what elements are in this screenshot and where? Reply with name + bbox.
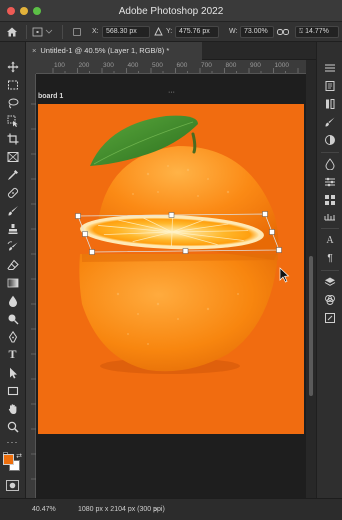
status-menu-arrow[interactable]: > bbox=[153, 505, 158, 514]
ruler-tick-label: 400 bbox=[127, 62, 139, 69]
orange-artwork bbox=[75, 115, 290, 374]
paragraph-icon[interactable]: ¶ bbox=[324, 252, 336, 264]
history-brush-icon[interactable] bbox=[6, 240, 19, 253]
ruler-tick-label: 1000 bbox=[274, 62, 289, 69]
document-tab-bar: × Untitled-1 @ 40.5% (Layer 1, RGB/8) * bbox=[26, 42, 316, 60]
ruler-tick-label: 100 bbox=[54, 62, 65, 69]
styles-icon[interactable] bbox=[324, 134, 336, 146]
height-value: 14.77% bbox=[305, 28, 329, 35]
stem bbox=[191, 132, 197, 154]
eyedropper-icon[interactable] bbox=[6, 168, 19, 181]
hand-icon[interactable] bbox=[6, 402, 19, 415]
x-label: X: bbox=[92, 28, 99, 35]
panel-menu-icon[interactable] bbox=[324, 62, 336, 74]
crop-icon[interactable] bbox=[6, 132, 19, 145]
w-label: W: bbox=[229, 28, 238, 35]
delta-icon[interactable] bbox=[154, 26, 163, 36]
ruler-tick-label: 900 bbox=[250, 62, 261, 69]
layers-icon[interactable] bbox=[324, 276, 336, 288]
height-field[interactable]: ⍂ 14.77% bbox=[295, 26, 339, 38]
rectangle-icon[interactable] bbox=[6, 384, 19, 397]
y-label: Y: bbox=[166, 28, 173, 35]
panel-divider bbox=[321, 270, 339, 271]
blur-icon[interactable] bbox=[6, 294, 19, 307]
zoom-level[interactable]: 40.47% bbox=[32, 506, 56, 513]
document-tab[interactable]: × Untitled-1 @ 40.5% (Layer 1, RGB/8) * bbox=[26, 42, 202, 60]
ruler-tick-label: 200 bbox=[78, 62, 90, 69]
ruler-tick-marks bbox=[31, 103, 36, 480]
reference-point-checkbox[interactable] bbox=[73, 28, 81, 36]
ruler-corner bbox=[26, 60, 36, 74]
pen-icon[interactable] bbox=[6, 330, 19, 343]
y-position-field[interactable]: 475.76 px bbox=[175, 26, 219, 38]
app-title: Adobe Photoshop 2022 bbox=[118, 6, 224, 17]
width-field[interactable]: 73.00% bbox=[240, 26, 274, 38]
x-position-field[interactable]: 568.30 px bbox=[102, 26, 150, 38]
color-icon[interactable] bbox=[324, 158, 336, 170]
path-select-icon[interactable] bbox=[6, 366, 19, 379]
ruler-tick-label: 600 bbox=[176, 62, 188, 69]
transform-reference-icon[interactable] bbox=[32, 27, 54, 37]
marquee-icon[interactable] bbox=[6, 78, 19, 91]
ruler-tick-label: 300 bbox=[103, 62, 114, 69]
type-icon[interactable]: T bbox=[6, 348, 19, 361]
move-icon[interactable] bbox=[6, 60, 19, 73]
clone-stamp-icon[interactable] bbox=[6, 222, 19, 235]
paths-icon[interactable] bbox=[324, 312, 336, 324]
options-divider bbox=[62, 25, 63, 39]
channels-icon[interactable] bbox=[324, 294, 336, 306]
swap-colors-icon[interactable]: ⇄ bbox=[15, 452, 23, 460]
document-info[interactable]: 1080 px x 2104 px (300 ppi) bbox=[78, 506, 165, 513]
link-icon[interactable] bbox=[277, 28, 289, 36]
frame-icon[interactable] bbox=[6, 150, 19, 163]
healing-brush-icon[interactable] bbox=[6, 186, 19, 199]
character-icon[interactable]: A bbox=[324, 234, 336, 246]
swatches-icon[interactable] bbox=[324, 194, 336, 206]
character-icon[interactable] bbox=[324, 218, 336, 230]
ruler-tick-marks bbox=[52, 68, 299, 73]
quick-mask-icon[interactable] bbox=[6, 480, 19, 491]
zoom-icon[interactable] bbox=[6, 420, 19, 433]
artboard-add-handle-icon[interactable]: ··· bbox=[168, 89, 175, 96]
horizontal-ruler[interactable]: 100 200 300 400 500 600 700 800 900 1000 bbox=[36, 60, 306, 74]
more-tools-icon[interactable]: ··· bbox=[6, 436, 19, 449]
home-icon[interactable] bbox=[6, 26, 18, 38]
adjustments-icon[interactable] bbox=[324, 98, 336, 110]
artboard-label[interactable]: board 1 bbox=[38, 93, 63, 100]
eraser-icon[interactable] bbox=[6, 258, 19, 271]
orange-bottom-half bbox=[79, 254, 278, 372]
ruler-tick-label: 500 bbox=[152, 62, 163, 69]
mouse-cursor bbox=[279, 267, 290, 283]
gradient-icon[interactable] bbox=[6, 276, 19, 289]
vertical-scrollbar[interactable] bbox=[306, 60, 316, 498]
panel-divider bbox=[321, 152, 339, 153]
foreground-color-swatch[interactable] bbox=[3, 454, 14, 465]
history-icon[interactable] bbox=[324, 80, 336, 92]
artboard[interactable] bbox=[38, 104, 304, 434]
properties-icon[interactable] bbox=[324, 176, 336, 188]
lasso-icon[interactable] bbox=[6, 96, 19, 109]
panels-dock: A ¶ bbox=[316, 42, 342, 498]
title-bar: Adobe Photoshop 2022 bbox=[0, 0, 342, 22]
close-tab-icon[interactable]: × bbox=[32, 46, 36, 55]
brush-settings-icon[interactable] bbox=[324, 116, 336, 128]
object-select-icon[interactable] bbox=[6, 114, 19, 127]
options-divider bbox=[26, 25, 27, 39]
brush-icon[interactable] bbox=[6, 204, 19, 217]
tools-panel: T ··· ⇄ bbox=[0, 42, 26, 498]
dodge-icon[interactable] bbox=[6, 312, 19, 325]
ruler-tick-label: 700 bbox=[201, 62, 212, 69]
status-bar: 40.47% 1080 px x 2104 px (300 ppi) > bbox=[0, 498, 342, 520]
vertical-ruler[interactable] bbox=[26, 74, 36, 498]
document-tab-label: Untitled-1 @ 40.5% (Layer 1, RGB/8) * bbox=[40, 46, 170, 55]
ruler-tick-label: 800 bbox=[225, 62, 237, 69]
options-bar: X: 568.30 px Y: 475.76 px W: 73.00% ⍂ 14… bbox=[0, 22, 342, 42]
scrollbar-thumb[interactable] bbox=[309, 256, 313, 396]
